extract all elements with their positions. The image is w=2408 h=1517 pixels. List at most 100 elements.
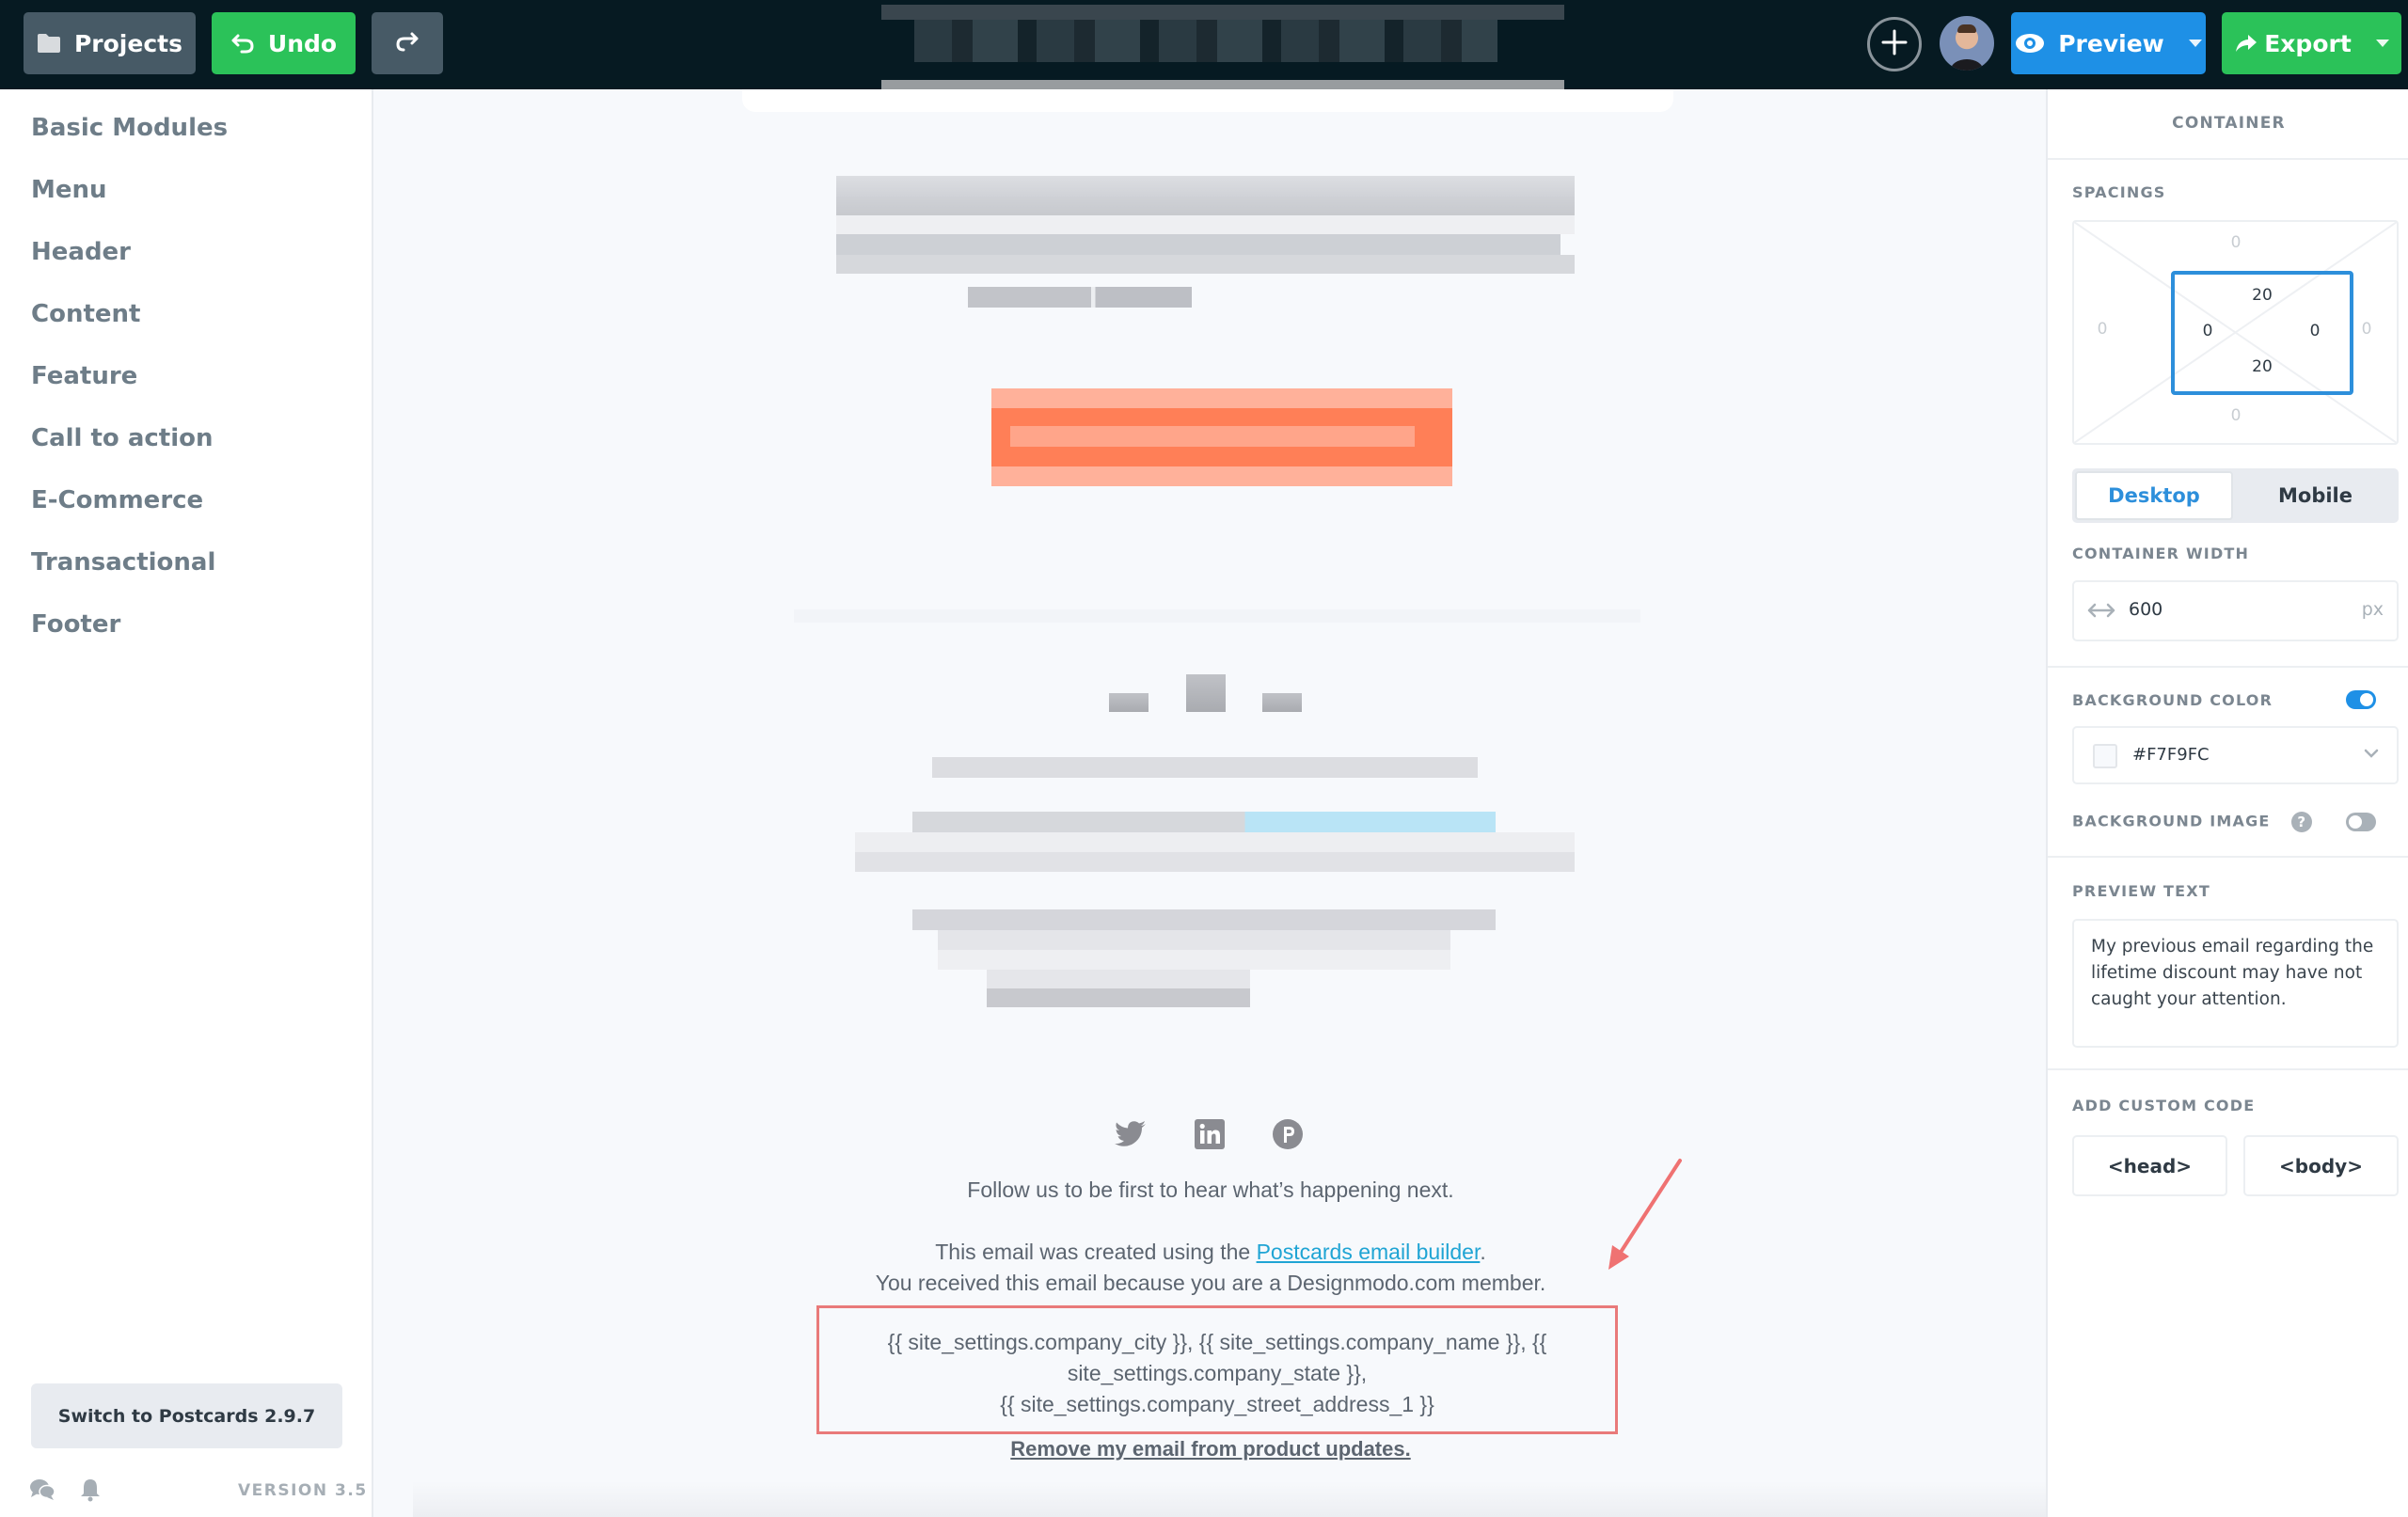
section-divider [794, 609, 1640, 623]
blurred-headline[interactable] [836, 176, 1575, 279]
add-button[interactable] [1867, 17, 1922, 71]
follow-text[interactable]: Follow us to be first to hear what’s hap… [375, 1177, 2046, 1203]
address-line: {{ site_settings.company_city }}, {{ sit… [887, 1330, 1547, 1354]
twitter-icon [1115, 1121, 1147, 1151]
blurred-text[interactable] [912, 909, 1496, 930]
bell-icon[interactable] [79, 1477, 102, 1506]
blurred-subline[interactable] [968, 287, 1192, 308]
sidebar-item-content[interactable]: Content [31, 300, 140, 328]
linkedin-link[interactable] [1191, 1117, 1228, 1155]
blurred-text[interactable] [938, 930, 1450, 970]
spacings-label: SPACINGS [2072, 183, 2166, 201]
background-image-text: BACKGROUND IMAGE [2072, 812, 2271, 830]
export-button[interactable]: Export [2222, 12, 2401, 74]
email-canvas[interactable]: Follow us to be first to hear what’s hap… [375, 89, 2046, 1517]
share-arrow-icon [2234, 33, 2258, 54]
linkedin-icon [1195, 1119, 1225, 1153]
sidebar-item-transactional[interactable]: Transactional [31, 548, 215, 577]
container-width-label: CONTAINER WIDTH [2072, 545, 2250, 562]
width-unit: px [2361, 599, 2384, 620]
container-width-field[interactable]: 600 px [2072, 580, 2399, 641]
undo-icon [230, 33, 255, 54]
member-text[interactable]: You received this email because you are … [375, 1271, 2046, 1296]
background-color-picker[interactable]: #F7F9FC [2072, 726, 2399, 784]
annotation-arrow-icon [1608, 1159, 1682, 1270]
pinterest-icon [1273, 1119, 1303, 1153]
blurred-text[interactable] [932, 757, 1478, 778]
eye-icon [2015, 33, 2045, 54]
color-swatch[interactable] [2093, 744, 2117, 768]
preview-label: Preview [2058, 29, 2164, 57]
switch-version-button[interactable]: Switch to Postcards 2.9.7 [31, 1383, 342, 1448]
margin-top-input[interactable]: 0 [2217, 233, 2255, 252]
background-color-label: BACKGROUND COLOR [2072, 690, 2387, 709]
chat-icon[interactable] [29, 1477, 55, 1506]
tab-mobile[interactable]: Mobile [2235, 471, 2396, 520]
tab-desktop[interactable]: Desktop [2075, 471, 2233, 520]
background-color-toggle[interactable] [2346, 690, 2376, 709]
unsubscribe-link[interactable]: Remove my email from product updates. [375, 1437, 2046, 1462]
export-label: Export [2264, 29, 2352, 57]
undo-label: Undo [267, 29, 338, 57]
chevron-down-icon [2188, 40, 2202, 47]
projects-button[interactable]: Projects [24, 12, 196, 74]
margin-left-input[interactable]: 0 [2083, 320, 2121, 339]
padding-box: 20 0 0 20 [2171, 271, 2353, 395]
padding-left-input[interactable]: 0 [2189, 322, 2226, 340]
plus-icon [1880, 28, 1909, 60]
device-switch: Desktop Mobile [2072, 468, 2399, 523]
properties-panel: CONTAINER SPACINGS 0 0 0 0 20 0 0 20 Des… [2046, 89, 2408, 1517]
divider [2048, 158, 2408, 160]
postcards-link[interactable]: Postcards email builder [1257, 1240, 1481, 1264]
preview-text-input[interactable]: My previous email regarding the lifetime… [2072, 919, 2399, 1048]
pinterest-link[interactable] [1269, 1117, 1307, 1155]
redo-button[interactable] [372, 12, 443, 74]
margin-bottom-input[interactable]: 0 [2217, 406, 2255, 425]
sidebar-item-menu[interactable]: Menu [31, 176, 107, 204]
user-avatar[interactable] [1940, 16, 1994, 71]
sidebar-item-e-commerce[interactable]: E-Commerce [31, 486, 203, 514]
blurred-icons[interactable] [1109, 674, 1302, 712]
version-label: VERSION 3.5 [238, 1481, 368, 1500]
help-icon[interactable]: ? [2291, 812, 2313, 832]
body-code-button[interactable]: <body> [2243, 1135, 2399, 1196]
projects-label: Projects [73, 29, 182, 57]
address-line: {{ site_settings.company_street_address_… [1000, 1392, 1434, 1416]
cta-button[interactable] [991, 388, 1452, 486]
sidebar-item-footer[interactable]: Footer [31, 610, 120, 639]
head-code-button[interactable]: <head> [2072, 1135, 2227, 1196]
custom-code-label: ADD CUSTOM CODE [2072, 1097, 2256, 1114]
company-address[interactable]: {{ site_settings.company_city }}, {{ sit… [819, 1327, 1615, 1420]
modules-sidebar: Basic Modules Menu Header Content Featur… [0, 89, 373, 1517]
sidebar-item-call-to-action[interactable]: Call to action [31, 424, 214, 452]
padding-right-input[interactable]: 0 [2296, 322, 2334, 340]
background-color-value[interactable]: #F7F9FC [2132, 745, 2210, 765]
header-card[interactable] [742, 89, 1673, 112]
padding-bottom-input[interactable]: 20 [2243, 357, 2281, 376]
created-suffix: . [1480, 1240, 1486, 1264]
blurred-text[interactable] [855, 832, 1575, 872]
blurred-email-title [881, 5, 1564, 99]
chevron-down-icon[interactable] [2363, 745, 2380, 763]
blurred-text[interactable] [912, 812, 1496, 832]
padding-top-input[interactable]: 20 [2243, 286, 2281, 305]
folder-icon [37, 33, 61, 54]
container-width-value[interactable]: 600 [2129, 599, 2162, 620]
preview-button[interactable]: Preview [2011, 12, 2206, 74]
panel-title: CONTAINER [2172, 114, 2286, 133]
top-bar: Projects Undo Preview Export [0, 0, 2408, 99]
blurred-text[interactable] [987, 970, 1250, 1007]
sidebar-item-feature[interactable]: Feature [31, 362, 137, 390]
background-image-toggle[interactable] [2346, 813, 2376, 831]
sidebar-item-basic-modules[interactable]: Basic Modules [31, 114, 228, 142]
horizontal-resize-icon [2087, 601, 2115, 624]
divider [2048, 666, 2408, 668]
preview-text-label: PREVIEW TEXT [2072, 882, 2210, 900]
divider [2048, 856, 2408, 858]
created-with-text[interactable]: This email was created using the Postcar… [375, 1240, 2046, 1265]
undo-button[interactable]: Undo [212, 12, 356, 74]
sidebar-item-header[interactable]: Header [31, 238, 131, 266]
margin-right-input[interactable]: 0 [2348, 320, 2385, 339]
twitter-link[interactable] [1112, 1117, 1149, 1155]
divider [2048, 1068, 2408, 1070]
